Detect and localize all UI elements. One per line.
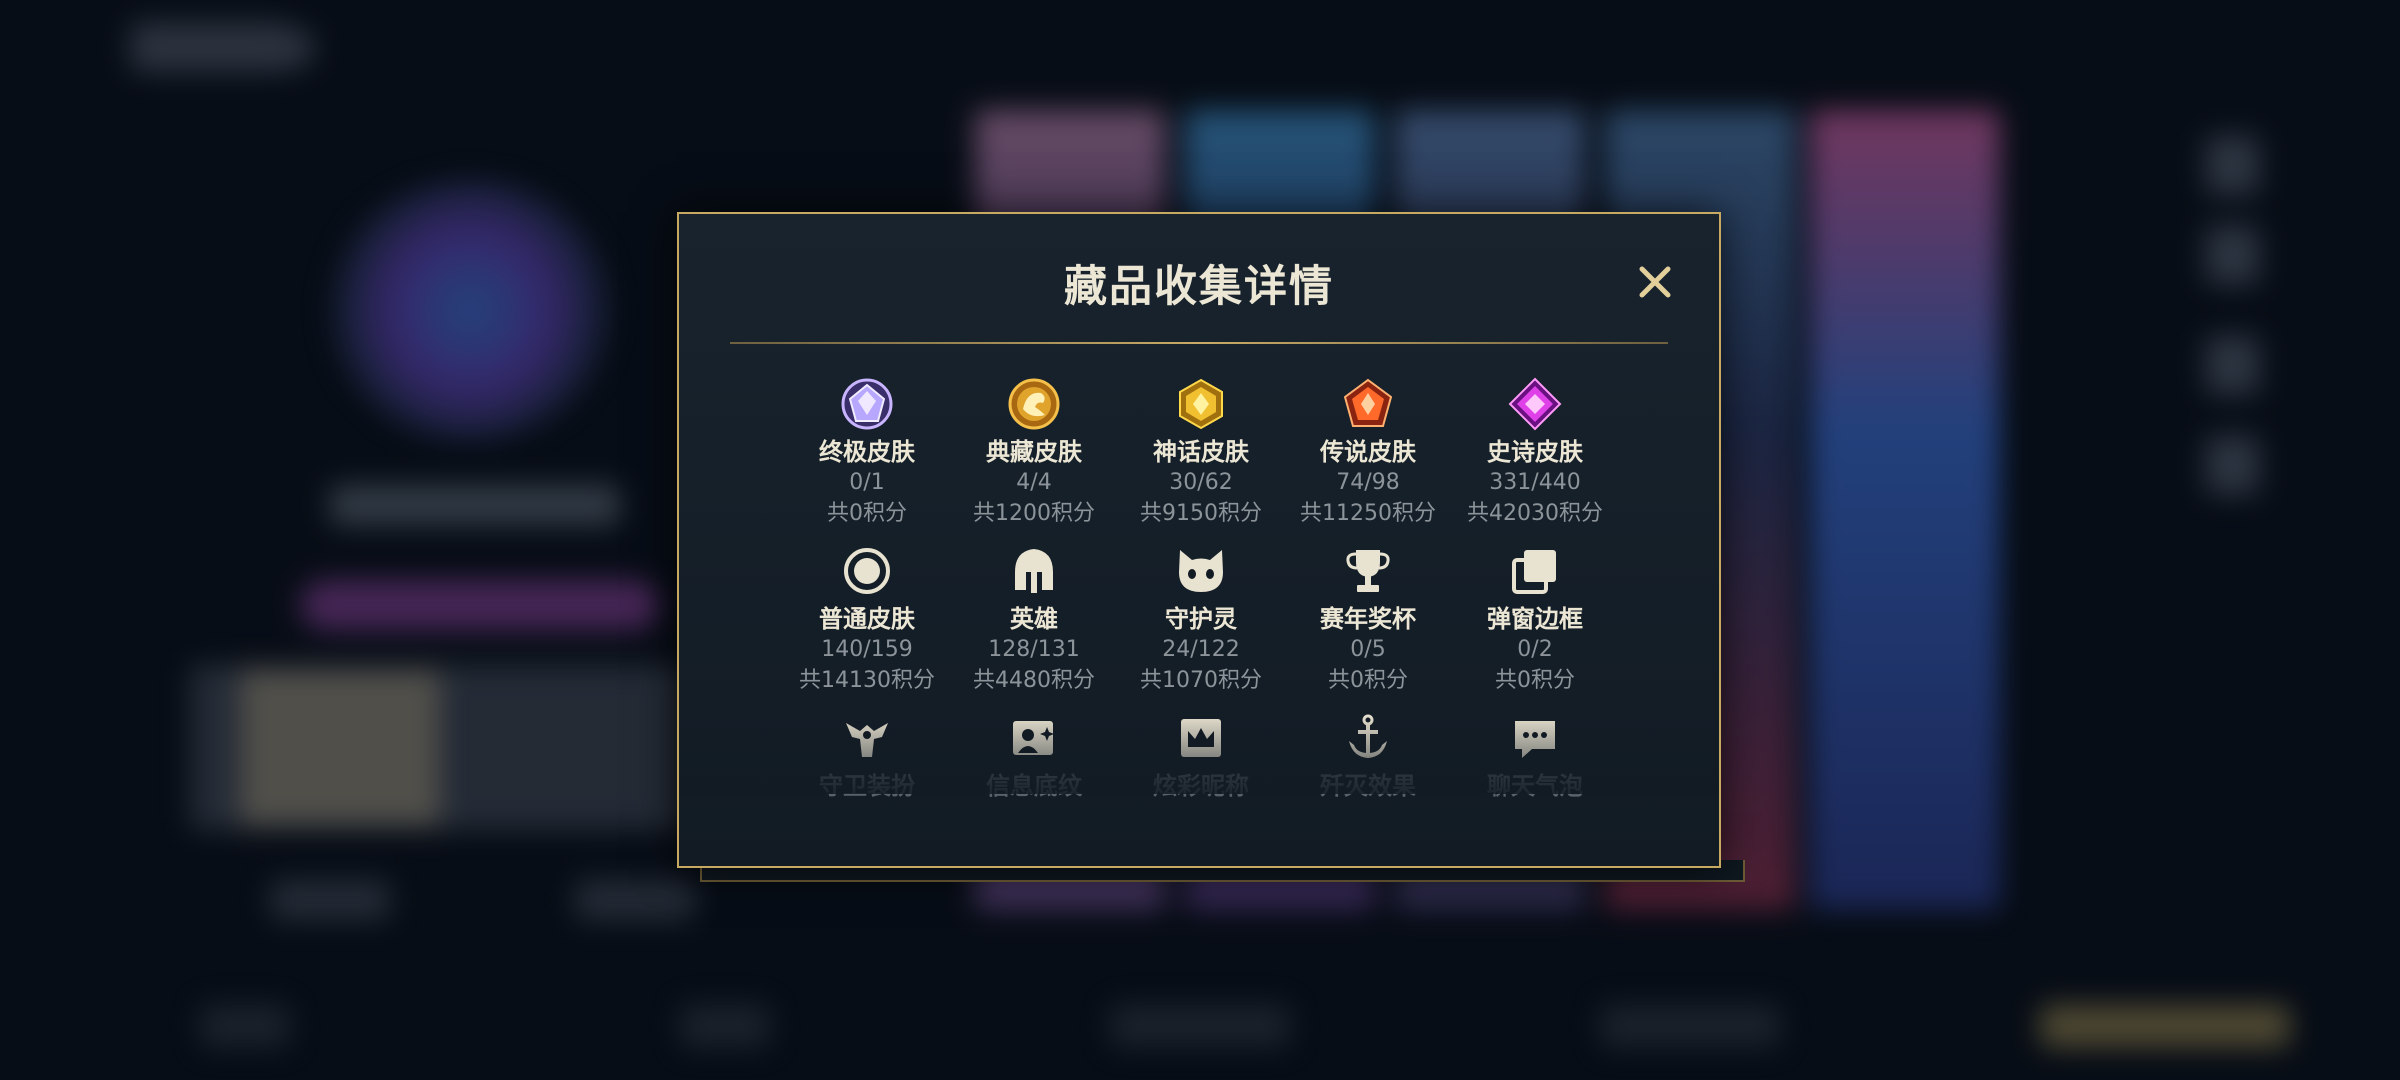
purple-gem-icon <box>1505 374 1565 434</box>
modal-title: 藏品收集详情 <box>1064 262 1334 312</box>
orange-gem-icon <box>1338 374 1398 434</box>
side-filter <box>2205 135 2260 195</box>
skin-card <box>1810 110 2000 910</box>
chat-bubble-icon <box>1505 708 1565 768</box>
category-count: 0/2 <box>1517 637 1553 662</box>
side-filter <box>2205 435 2260 495</box>
collection-detail-modal: 藏品收集详情 终极皮肤 0/1 共0积分 典藏皮肤 4/4 共1200积分 神话… <box>677 212 1721 868</box>
player-name-plate <box>330 485 620 525</box>
bottom-nav-item <box>1110 1005 1290 1047</box>
close-button[interactable] <box>1631 258 1679 306</box>
bottom-nav-item <box>200 1005 290 1047</box>
trophy-icon <box>1338 541 1398 601</box>
rank-pill <box>300 580 660 630</box>
frames-icon <box>1505 541 1565 601</box>
gold-gem-icon <box>1171 374 1231 434</box>
guard-statue-icon <box>837 708 897 768</box>
category-epic-skin[interactable]: 史诗皮肤 331/440 共42030积分 <box>1435 374 1635 530</box>
crown-card-icon <box>1171 708 1231 768</box>
back-button <box>130 22 290 72</box>
category-points: 共42030积分 <box>1467 501 1603 526</box>
category-label: 弹窗边框 <box>1487 605 1583 633</box>
bottom-nav-item <box>2040 1005 2290 1047</box>
category-points: 共0积分 <box>1495 668 1575 693</box>
side-filter <box>2205 335 2260 395</box>
featured-card-image <box>240 670 440 825</box>
category-chat-bubble[interactable]: 聊天气泡 <box>1435 708 1635 802</box>
category-label: 聊天气泡 <box>1487 772 1583 800</box>
dragon-gem-icon <box>1004 374 1064 434</box>
bottom-nav-item <box>1600 1005 1780 1047</box>
bottom-nav-item <box>680 1005 770 1047</box>
cat-spirit-icon <box>1171 541 1231 601</box>
bg-tab <box>270 880 390 920</box>
photo-sparkle-icon <box>1004 708 1064 768</box>
diamond-gem-icon <box>837 374 897 434</box>
category-popup-frame[interactable]: 弹窗边框 0/2 共0积分 <box>1435 541 1635 697</box>
anchor-icon <box>1338 708 1398 768</box>
category-count: 331/440 <box>1489 470 1581 495</box>
close-icon <box>1639 266 1671 298</box>
bg-tab <box>575 880 695 920</box>
helmet-icon <box>1004 541 1064 601</box>
profile-emblem <box>330 180 610 440</box>
ring-icon <box>837 541 897 601</box>
settings-icon <box>275 28 315 68</box>
category-label: 史诗皮肤 <box>1487 438 1583 466</box>
title-divider <box>730 342 1668 344</box>
side-filter <box>2205 225 2260 285</box>
